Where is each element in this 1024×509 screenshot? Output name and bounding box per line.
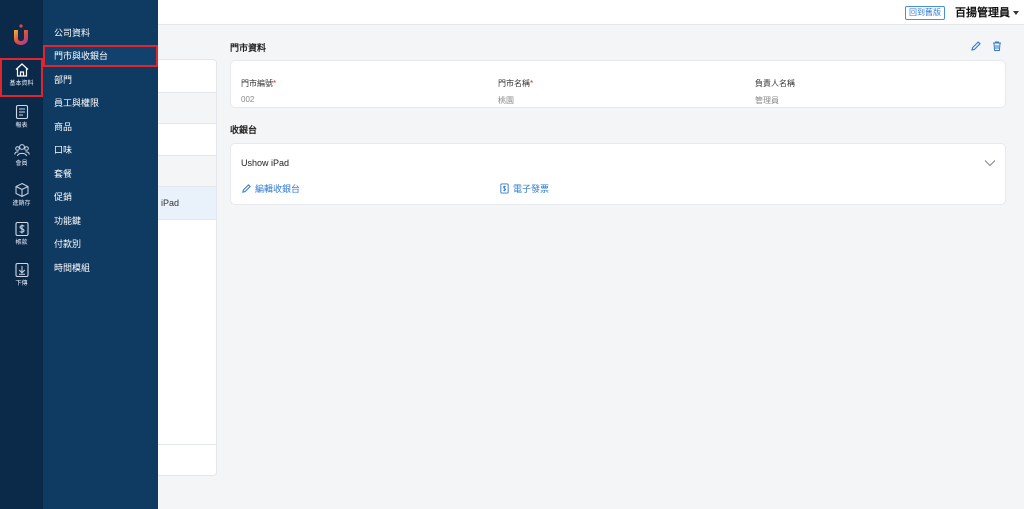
edit-icon[interactable] bbox=[970, 40, 982, 52]
edit-register-link[interactable]: 編輯收銀台 bbox=[241, 182, 300, 195]
delete-icon[interactable] bbox=[991, 40, 1003, 52]
rail-item-reports[interactable]: 報表 bbox=[0, 104, 43, 140]
members-icon bbox=[13, 144, 30, 157]
rail-item-inventory[interactable]: 進銷存 bbox=[0, 182, 43, 218]
store-name-value: 桃園 bbox=[498, 96, 514, 105]
user-menu[interactable]: 百揚管理員 bbox=[955, 6, 1019, 20]
store-info-card: 門市編號* 002 門市名稱* 桃園 負責人名稱 管理員 bbox=[230, 60, 1006, 108]
required-mark: * bbox=[530, 79, 534, 88]
store-number-field: 門市編號* 002 bbox=[241, 73, 276, 104]
submenu-item-label: 套餐 bbox=[54, 169, 73, 179]
rail-item-basic-data[interactable]: 基本資料 bbox=[0, 58, 43, 97]
store-name-label: 門市名稱 bbox=[498, 79, 530, 88]
submenu-item-label: 促銷 bbox=[54, 192, 73, 202]
caret-down-icon bbox=[1013, 11, 1019, 16]
user-name: 百揚管理員 bbox=[955, 7, 1010, 19]
submenu-item-products[interactable]: 商品 bbox=[43, 116, 158, 138]
edit-register-label: 編輯收銀台 bbox=[255, 184, 301, 194]
e-invoice-label: 電子發票 bbox=[513, 184, 550, 194]
rail-item-download[interactable]: 下傳 bbox=[0, 262, 43, 298]
store-name-field: 門市名稱* 桃園 bbox=[498, 73, 533, 106]
submenu-item-staff-permissions[interactable]: 員工與權限 bbox=[43, 92, 158, 114]
submenu-item-label: 功能鍵 bbox=[54, 216, 82, 226]
edit-icon bbox=[242, 184, 251, 193]
download-icon bbox=[14, 262, 29, 278]
submenu-item-label: 門市與收銀台 bbox=[54, 51, 109, 61]
e-invoice-link[interactable]: 電子發票 bbox=[499, 182, 549, 195]
rail-item-label: 會員 bbox=[15, 161, 28, 167]
main-nav-rail: 基本資料 報表 會員 進銷存 帳款 下傳 bbox=[0, 0, 43, 509]
required-mark: * bbox=[273, 79, 277, 88]
submenu-item-label: 付款別 bbox=[54, 239, 82, 249]
rail-item-label: 帳款 bbox=[15, 240, 28, 246]
submenu-item-time-modules[interactable]: 時間模組 bbox=[43, 257, 158, 279]
submenu-item-label: 部門 bbox=[54, 75, 73, 85]
rail-item-label: 基本資料 bbox=[9, 81, 34, 87]
app-logo bbox=[14, 24, 28, 45]
list-item-label: iPad bbox=[161, 198, 180, 208]
register-name: Ushow iPad bbox=[241, 158, 290, 168]
submenu-item-departments[interactable]: 部門 bbox=[43, 69, 158, 91]
manager-name-field: 負責人名稱 管理員 bbox=[755, 73, 795, 106]
invoice-icon bbox=[500, 183, 509, 194]
inventory-icon bbox=[15, 182, 28, 198]
rail-item-label: 下傳 bbox=[15, 281, 28, 287]
submenu-item-promotions[interactable]: 促銷 bbox=[43, 186, 158, 208]
registers-title: 收銀台 bbox=[230, 125, 258, 135]
basic-data-submenu: 公司資料 門市與收銀台 部門 員工與權限 商品 口味 套餐 促銷 功能鍵 付款別… bbox=[43, 0, 158, 509]
home-icon bbox=[15, 63, 28, 77]
submenu-item-label: 時間模組 bbox=[54, 263, 91, 273]
chevron-down-icon[interactable] bbox=[984, 159, 996, 167]
submenu-item-function-keys[interactable]: 功能鍵 bbox=[43, 210, 158, 232]
back-to-old-version-button[interactable]: 回到舊版 bbox=[905, 6, 945, 20]
store-info-title: 門市資料 bbox=[230, 43, 267, 53]
rail-item-members[interactable]: 會員 bbox=[0, 142, 43, 178]
submenu-item-payment-types[interactable]: 付款別 bbox=[43, 233, 158, 255]
submenu-item-flavors[interactable]: 口味 bbox=[43, 139, 158, 161]
submenu-item-label: 公司資料 bbox=[54, 28, 91, 38]
report-icon bbox=[15, 104, 28, 120]
submenu-item-stores-registers[interactable]: 門市與收銀台 bbox=[43, 45, 158, 67]
manager-name-value: 管理員 bbox=[755, 96, 779, 105]
manager-name-label: 負責人名稱 bbox=[755, 79, 795, 88]
dollar-icon bbox=[14, 221, 29, 237]
submenu-item-combos[interactable]: 套餐 bbox=[43, 163, 158, 185]
submenu-item-label: 商品 bbox=[54, 122, 73, 132]
rail-item-label: 報表 bbox=[15, 123, 28, 129]
rail-item-accounts[interactable]: 帳款 bbox=[0, 221, 43, 257]
submenu-item-label: 口味 bbox=[54, 145, 73, 155]
submenu-item-label: 員工與權限 bbox=[54, 98, 100, 108]
register-card: Ushow iPad 編輯收銀台 電子發票 bbox=[230, 143, 1006, 205]
store-number-value: 002 bbox=[241, 95, 255, 104]
submenu-item-company[interactable]: 公司資料 bbox=[43, 22, 158, 44]
store-number-label: 門市編號 bbox=[241, 79, 273, 88]
rail-item-label: 進銷存 bbox=[12, 201, 31, 207]
